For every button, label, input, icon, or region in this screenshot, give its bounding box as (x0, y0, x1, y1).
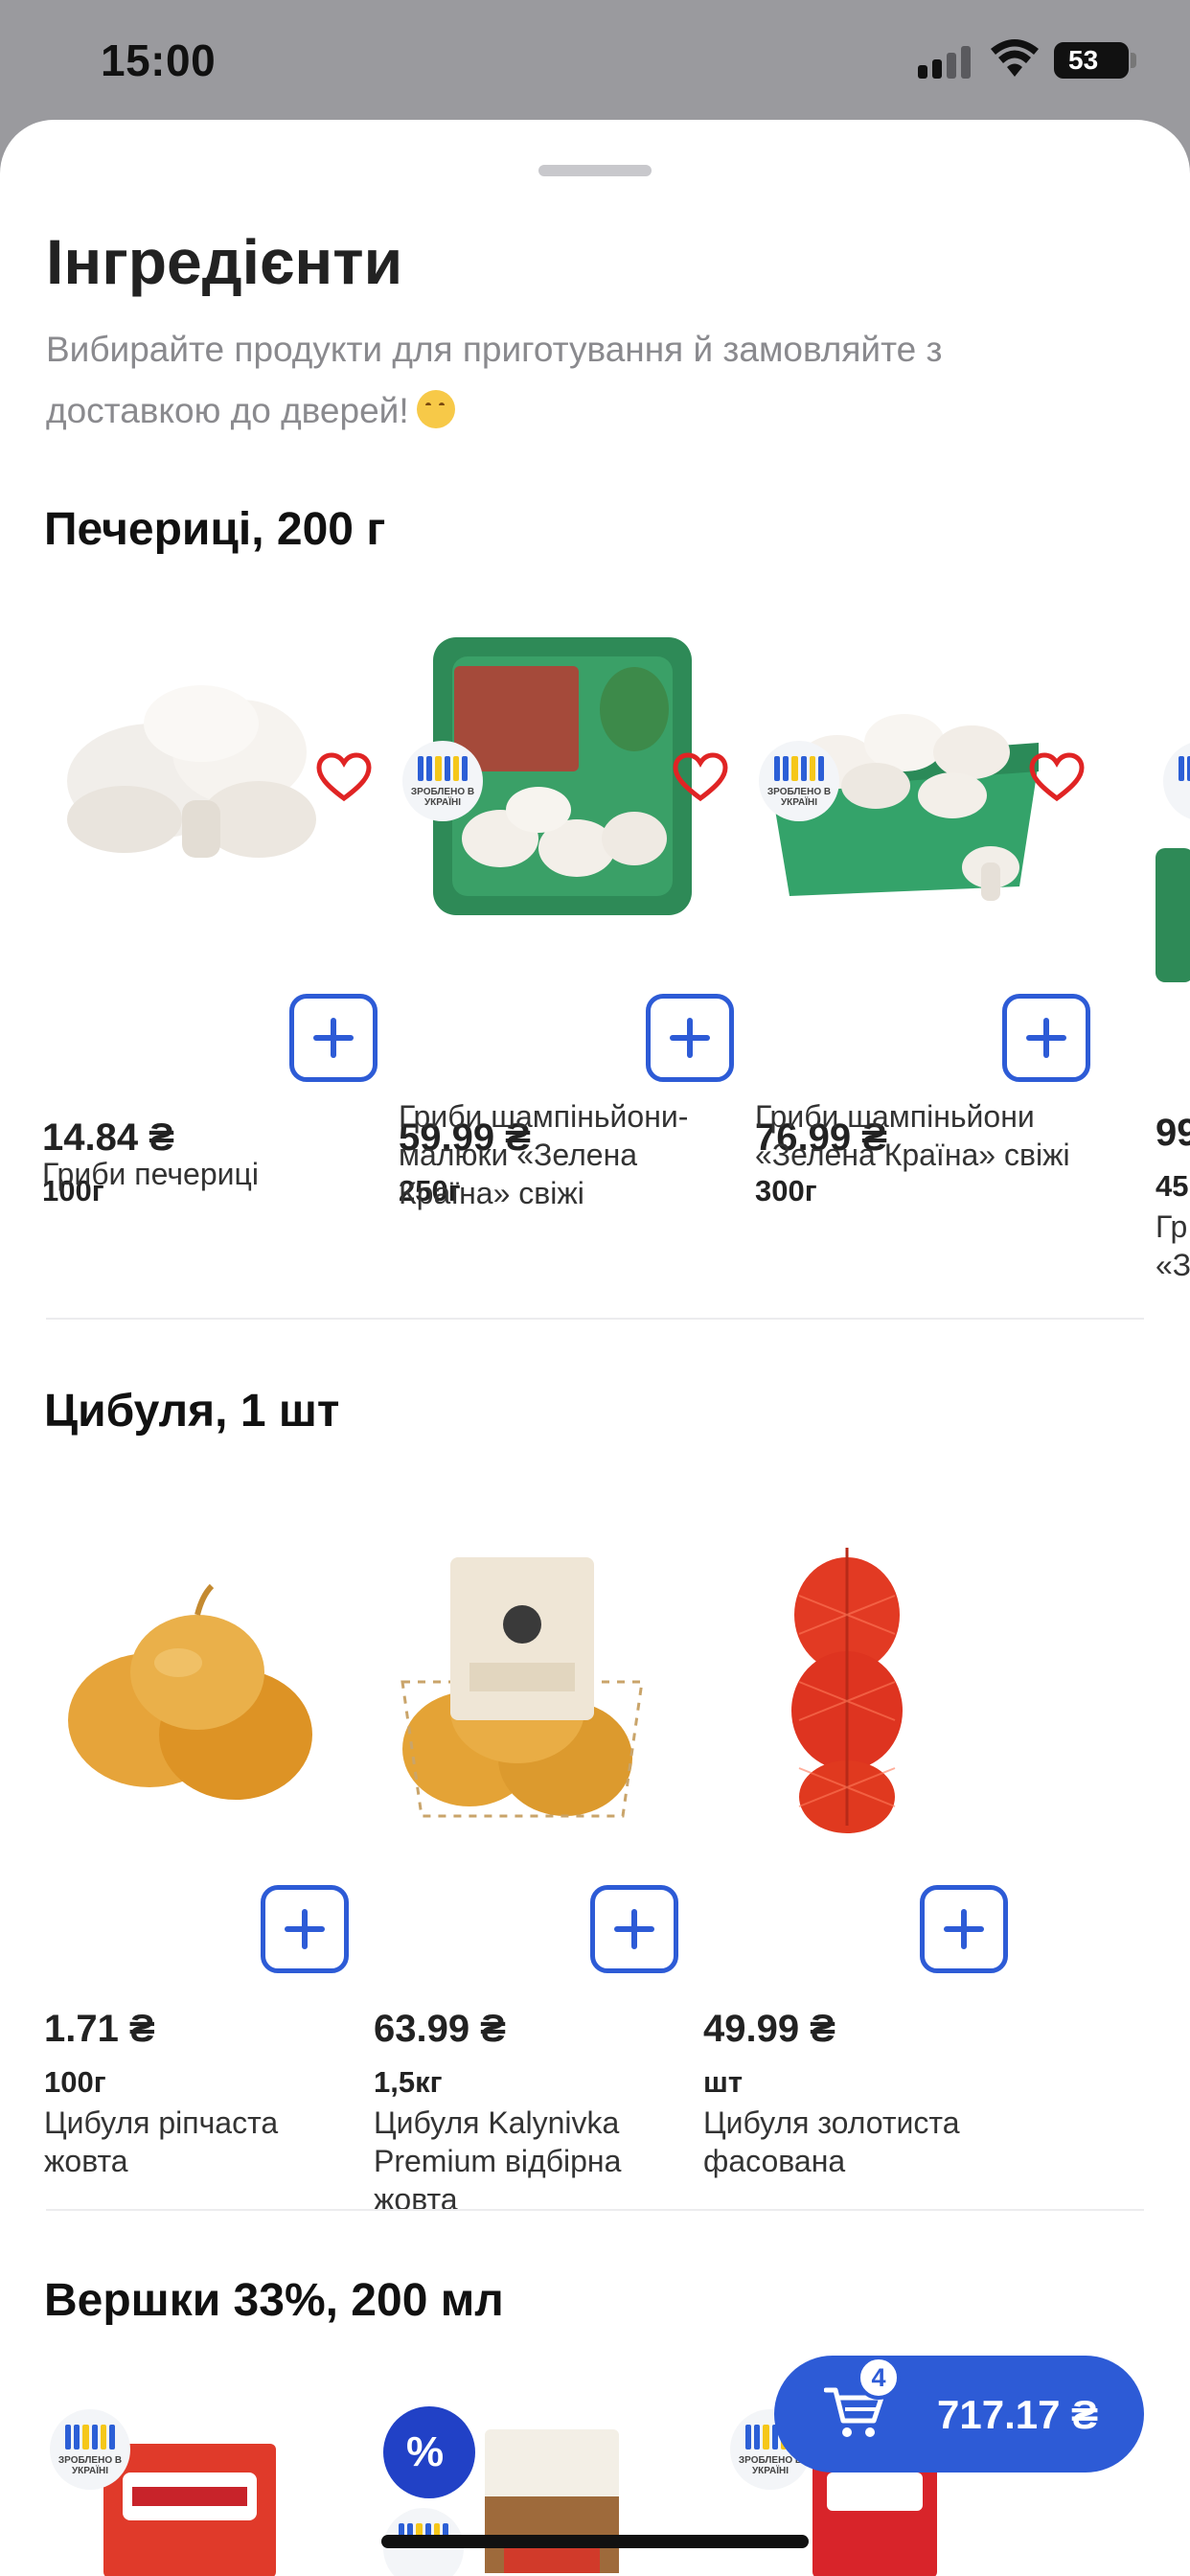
product-weight: шт (703, 2065, 744, 2099)
product-price: 14.84 ₴ (42, 1116, 174, 1159)
product-weight: 45 (1156, 1169, 1189, 1203)
product-name: Цибуля золотиста фасована (703, 2105, 960, 2178)
made-in-ukraine-badge: ЗРОБЛЕНО В УКРАЇНІ (402, 741, 483, 821)
add-to-cart-button[interactable] (920, 1885, 1008, 1973)
product-card[interactable]: 63.99 ₴ 1,5кг (374, 1529, 690, 2199)
add-to-cart-button[interactable] (289, 994, 378, 1082)
page-subtitle: Вибирайте продукти для приготування й за… (46, 319, 1119, 442)
product-name: Гриби шампіньйони «Зелена Країна» свіжі (755, 1099, 1070, 1172)
product-image-onion-bag[interactable] (374, 1529, 671, 1835)
status-bar: 15:00 53 (0, 0, 1190, 115)
product-image-mushrooms[interactable] (38, 618, 364, 906)
made-in-ukraine-badge: ЗРОБЛЕНО В УКРАЇНІ (759, 741, 839, 821)
battery-level: 53 (1068, 45, 1099, 75)
product-image-onion[interactable] (44, 1529, 351, 1816)
section-divider (46, 2209, 1144, 2211)
product-card[interactable]: 14.84 ₴ 100г (38, 618, 383, 1212)
product-weight: 100г (44, 2065, 106, 2099)
cart-count-badge: 4 (857, 2356, 901, 2400)
badge-text: ЗРОБЛЕНО В УКРАЇНІ (410, 787, 475, 808)
product-card[interactable]: 1.71 ₴ 100г (44, 1529, 360, 2199)
favorite-heart-icon[interactable] (1029, 752, 1085, 802)
product-price: 63.99 ₴ (374, 2008, 506, 2050)
product-card[interactable]: % (379, 2401, 705, 2576)
page-title: Інгредієнти (46, 226, 403, 297)
section-title-cream: Вершки 33%, 200 мл (44, 2275, 504, 2326)
cellular-signal-icon (918, 44, 972, 79)
product-price: 99 (1156, 1112, 1190, 1154)
made-in-ukraine-badge (1163, 741, 1190, 821)
section-title-mushrooms: Печериці, 200 г (44, 504, 386, 555)
ingredients-sheet[interactable]: Інгредієнти Вибирайте продукти для приго… (0, 120, 1190, 2576)
wifi-icon (991, 39, 1039, 77)
product-card[interactable]: 99 45 Гр «З (1156, 618, 1190, 1308)
product-name: Цибуля ріпчаста жовта (44, 2105, 279, 2178)
product-name: Гриби шампіньйони-малюки «Зелена Країна»… (399, 1099, 689, 1210)
product-price: 1.71 ₴ (44, 2008, 155, 2050)
badge-text: ЗРОБЛЕНО В УКРАЇНІ (767, 787, 832, 808)
product-price: 49.99 ₴ (703, 2008, 835, 2050)
svg-text:%: % (406, 2428, 444, 2475)
product-image-partial[interactable] (1156, 848, 1190, 982)
home-indicator[interactable] (381, 2535, 809, 2548)
product-card[interactable]: 49.99 ₴ шт (703, 1529, 1019, 2199)
product-weight: 1,5кг (374, 2065, 443, 2099)
product-name: Гриби печериці (42, 1157, 259, 1191)
made-in-ukraine-badge: ЗРОБЛЕНО В УКРАЇНІ (50, 2409, 130, 2490)
sheet-grabber[interactable] (538, 165, 652, 176)
section-divider (46, 1318, 1144, 1320)
favorite-heart-icon[interactable] (316, 752, 372, 802)
product-weight: 300г (755, 1174, 817, 1208)
battery-tip (1131, 53, 1136, 68)
status-time: 15:00 (101, 35, 217, 85)
add-to-cart-button[interactable] (646, 994, 734, 1082)
product-image-onion-net[interactable] (703, 1529, 991, 1835)
cart-total: 717.17 ₴ (937, 2392, 1099, 2437)
favorite-heart-icon[interactable] (673, 752, 728, 802)
subtitle-text: Вибирайте продукти для приготування й за… (46, 330, 943, 430)
battery-icon: 53 (1054, 42, 1129, 79)
section-title-onion: Цибуля, 1 шт (44, 1386, 340, 1437)
add-to-cart-button[interactable] (261, 1885, 349, 1973)
add-to-cart-button[interactable] (590, 1885, 678, 1973)
product-card[interactable]: ЗРОБЛЕНО В УКРАЇНІ (46, 2405, 372, 2576)
product-name: Цибуля Kalynivka Premium відбірна жовта (374, 2105, 622, 2217)
smiling-face-emoji-icon (416, 390, 455, 428)
add-to-cart-button[interactable] (1002, 994, 1090, 1082)
badge-text: ЗРОБЛЕНО В УКРАЇНІ (57, 2455, 123, 2476)
discount-percent-icon: % (383, 2406, 475, 2498)
product-name: Гр «З (1156, 1209, 1190, 1282)
